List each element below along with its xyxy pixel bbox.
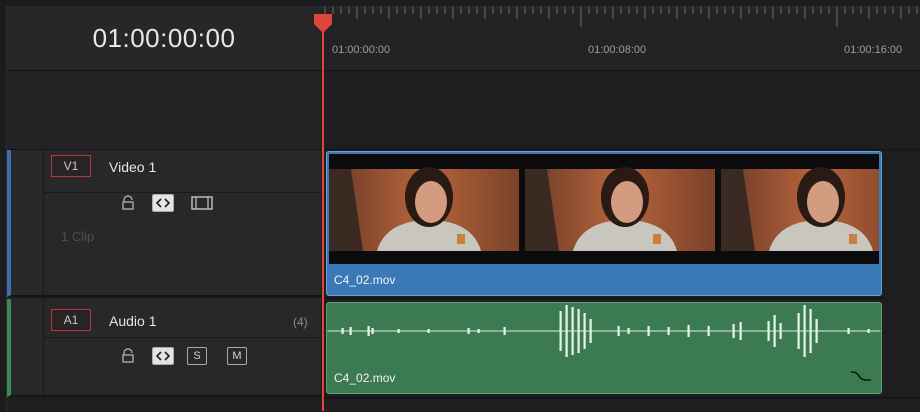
waveform-peak [427,329,430,333]
auto-select-icon[interactable] [152,347,174,365]
waveform-peak [589,319,592,343]
clip-count: 1 Clip [61,229,95,244]
waveform-peak [687,325,690,337]
thumbnail-strip [329,167,879,251]
waveform-peak [477,329,480,333]
waveform-peak [797,313,800,349]
playhead-handle[interactable] [313,14,333,34]
playhead-line[interactable] [322,22,324,411]
audio-waveform [327,305,881,357]
video-clip[interactable]: C4_02.mov [326,151,882,296]
lock-icon[interactable] [117,194,139,212]
waveform-peak [627,328,630,334]
track-visibility-icon[interactable] [191,194,213,212]
waveform-peak [367,326,370,336]
track-id-a1[interactable]: A1 [51,309,91,331]
waveform-peak [779,323,782,339]
waveform-peak [815,319,818,343]
waveform-peak [467,328,470,334]
ruler-label-2: 01:00:16:00 [844,44,903,56]
timeline-panel: 01:00:00:00 01:00:00:00 01:00:08:00 01:0… [0,0,920,412]
waveform-peak [809,309,812,353]
audio-curve-icon[interactable] [849,367,873,383]
solo-button[interactable]: S [187,347,207,365]
channel-badge: (4) [293,315,308,329]
timecode-value: 01:00:00:00 [92,23,236,53]
waveform-peak [583,313,586,349]
empty-track-area [322,71,920,150]
ruler-label-0: 01:00:00:00 [332,44,391,56]
header-divider [43,299,44,395]
thumbnail-frame [721,167,879,251]
waveform-peak [647,326,650,336]
waveform-peak [732,324,735,338]
waveform-peak [803,305,806,357]
audio-clip-name: C4_02.mov [334,371,396,385]
waveform-peak [667,327,670,335]
waveform-peak [341,328,344,334]
track-name-audio[interactable]: Audio 1 [109,313,156,329]
waveform-peak [371,328,374,334]
waveform-peak [867,329,870,333]
ruler-ticks [324,7,918,27]
waveform-peak [349,327,352,335]
waveform-peak [565,305,568,357]
timeline-ruler[interactable]: 01:00:00:00 01:00:08:00 01:00:16:00 [322,7,920,71]
waveform-peak [577,309,580,353]
waveform-peak [773,315,776,347]
waveform-peak [571,307,574,355]
header-row-divider [44,192,321,193]
waveform-peak [739,322,742,340]
waveform-peak [707,326,710,336]
waveform-peak [617,326,620,336]
video-track-header[interactable]: V1 Video 1 1 Clip [7,150,321,297]
mute-button[interactable]: M [227,347,247,365]
header-spacer [7,71,321,150]
track-name-video[interactable]: Video 1 [109,159,156,175]
audio-track-header[interactable]: A1 Audio 1 (4) S M [7,299,321,397]
thumbnail-frame [329,167,519,251]
waveform-peak [767,321,770,341]
waveform-peak [559,311,562,351]
header-row-divider [44,337,321,338]
video-clip-name: C4_02.mov [334,273,396,287]
waveform-peak [397,329,400,333]
lock-icon[interactable] [117,347,139,365]
auto-select-icon[interactable] [152,194,174,212]
clip-thumbnails [329,154,879,264]
lane-tail [884,150,920,397]
timecode-display[interactable]: 01:00:00:00 [7,7,321,71]
track-id-v1[interactable]: V1 [51,155,91,177]
ruler-label-1: 01:00:08:00 [588,44,647,56]
thumbnail-frame [525,167,715,251]
header-divider [43,150,44,295]
waveform-peak [847,328,850,334]
waveform-peak [503,327,506,335]
audio-clip[interactable]: C4_02.mov [326,302,882,394]
